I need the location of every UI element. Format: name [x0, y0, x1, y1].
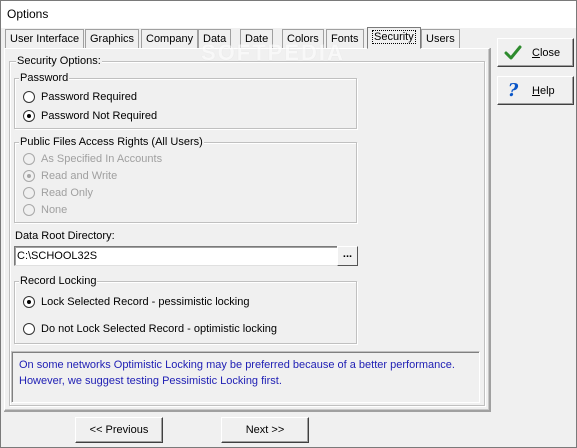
options-window: Options User Interface Graphics Company …: [0, 0, 577, 448]
radio-read-only[interactable]: [23, 187, 35, 199]
tab-security[interactable]: Security: [367, 27, 421, 49]
access-read-write-option[interactable]: Read and Write: [23, 169, 117, 183]
close-label: Close: [532, 46, 561, 59]
public-files-group-label: Public Files Access Rights (All Users): [19, 136, 204, 148]
radio-lock-pessimistic[interactable]: [23, 296, 35, 308]
tab-fonts[interactable]: Fonts: [326, 29, 364, 48]
checkmark-icon: [504, 45, 522, 59]
password-group: Password Password Required Password Not …: [14, 72, 357, 129]
tab-data[interactable]: Data: [198, 29, 232, 48]
lock-pessimistic-option[interactable]: Lock Selected Record - pessimistic locki…: [23, 295, 249, 309]
security-options-label: Security Options:: [16, 55, 102, 67]
tab-colors[interactable]: Colors: [282, 29, 324, 48]
info-line-2: However, we suggest testing Pessimistic …: [19, 375, 282, 387]
password-group-label: Password: [19, 72, 70, 84]
lock-optimistic-label: Do not Lock Selected Record - optimistic…: [41, 323, 277, 335]
read-write-label: Read and Write: [41, 170, 118, 182]
as-specified-label: As Specified In Accounts: [41, 153, 163, 165]
help-button[interactable]: ? Help: [497, 76, 574, 105]
password-required-label: Password Required: [41, 91, 137, 103]
radio-none[interactable]: [23, 204, 35, 216]
access-read-only-option[interactable]: Read Only: [23, 186, 93, 200]
access-as-specified-option[interactable]: As Specified In Accounts: [23, 152, 162, 166]
tab-date[interactable]: Date: [240, 29, 274, 48]
public-files-group: Public Files Access Rights (All Users) A…: [14, 136, 357, 223]
data-root-input[interactable]: C:\SCHOOL32S: [14, 246, 341, 266]
password-not-required-label: Password Not Required: [41, 110, 158, 122]
title-bar: Options: [1, 1, 576, 28]
radio-as-specified[interactable]: [23, 153, 35, 165]
read-only-label: Read Only: [41, 187, 93, 199]
none-label: None: [41, 204, 68, 216]
locking-info-box: On some networks Optimistic Locking may …: [11, 351, 480, 403]
tab-user-interface[interactable]: User Interface: [5, 29, 85, 48]
tab-graphics[interactable]: Graphics: [85, 29, 140, 48]
data-root-label: Data Root Directory:: [15, 230, 115, 242]
radio-lock-optimistic[interactable]: [23, 323, 35, 335]
tab-company[interactable]: Company: [141, 29, 199, 48]
access-none-option[interactable]: None: [23, 203, 67, 217]
info-line-1: On some networks Optimistic Locking may …: [19, 359, 455, 371]
question-mark-icon: ?: [507, 79, 519, 101]
help-label: Help: [532, 84, 555, 97]
radio-read-write[interactable]: [23, 170, 35, 182]
record-locking-group-label: Record Locking: [19, 275, 98, 287]
record-locking-group: Record Locking Lock Selected Record - pe…: [14, 275, 357, 344]
security-tab-panel: Security Options: Password Password Requ…: [4, 48, 490, 411]
browse-directory-button[interactable]: ...: [337, 246, 358, 266]
lock-pessimistic-label: Lock Selected Record - pessimistic locki…: [41, 296, 250, 308]
password-not-required-option[interactable]: Password Not Required: [23, 109, 157, 123]
lock-optimistic-option[interactable]: Do not Lock Selected Record - optimistic…: [23, 322, 277, 336]
window-title: Options: [7, 7, 49, 21]
radio-password-required[interactable]: [23, 91, 35, 103]
radio-password-not-required[interactable]: [23, 110, 35, 122]
password-required-option[interactable]: Password Required: [23, 90, 137, 104]
close-button[interactable]: Close: [497, 38, 574, 67]
next-button[interactable]: Next >>: [221, 417, 309, 443]
previous-button[interactable]: << Previous: [75, 417, 163, 443]
tab-users[interactable]: Users: [421, 29, 460, 48]
